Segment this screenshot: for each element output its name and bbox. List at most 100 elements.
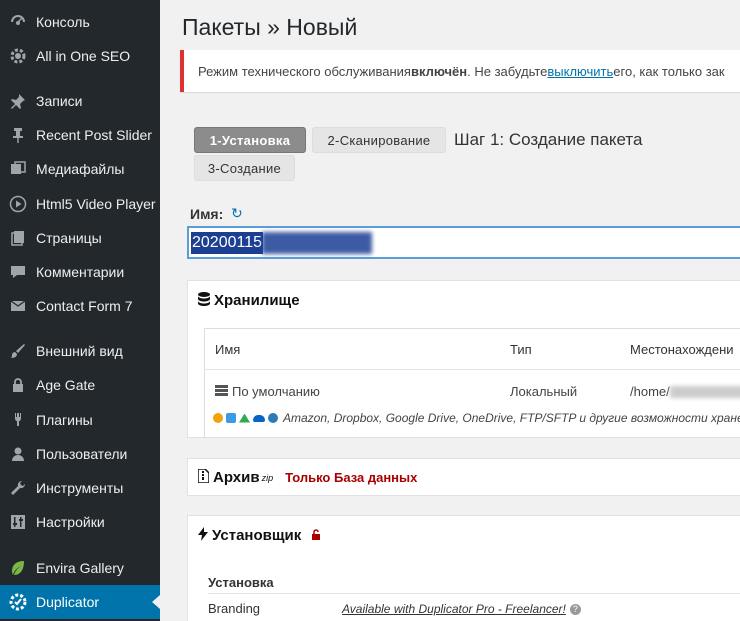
sidebar-item-tools[interactable]: Инструменты [0,471,160,505]
media-icon [0,160,36,178]
package-name-input[interactable]: 20200115 [187,226,740,259]
col-header-type: Тип [510,341,532,357]
pages-icon [0,229,36,247]
storage-panel-header[interactable]: Хранилище [198,292,300,309]
sidebar-item-envira-gallery[interactable]: Envira Gallery [0,551,160,585]
col-header-name: Имя [215,341,241,357]
sidebar-item-comments[interactable]: Комментарии [0,255,160,289]
archive-panel-header[interactable]: Архив zip Только База данных [197,468,418,486]
sidebar-item-label: Envira Gallery [36,560,124,576]
sidebar-item-label: Duplicator [36,594,100,610]
sidebar-item-users[interactable]: Пользователи [0,437,160,471]
sidebar-item-pages[interactable]: Страницы [0,221,160,255]
admin-sidebar: Консоль All in One SEO Записи Recent Pos… [0,0,160,621]
pin-icon [0,126,36,144]
server-icon [215,384,228,399]
branding-pro-link[interactable]: Available with Duplicator Pro - Freelanc… [342,602,566,616]
archive-title: Архив [213,469,260,486]
archive-filter-label: Только База данных [285,470,418,485]
settings-icon [0,513,36,531]
step-2-scan[interactable]: 2-Сканирование [312,127,446,153]
name-label: Имя: [190,206,224,222]
sidebar-item-label: Recent Post Slider [36,127,152,143]
sidebar-item-label: Contact Form 7 [36,298,133,314]
step-1-install[interactable]: 1-Установка [194,127,306,153]
sidebar-item-label: Инструменты [36,480,124,496]
sidebar-item-label: Html5 Video Player [36,196,156,212]
sidebar-item-video-player[interactable]: Html5 Video Player [0,187,160,221]
database-icon [198,292,210,309]
sidebar-item-label: Медиафайлы [36,161,125,177]
amazon-icon [213,413,223,423]
sidebar-item-settings[interactable]: Настройки [0,505,160,539]
plugin-icon [0,411,36,429]
google-drive-icon [239,413,250,423]
storage-row-name: По умолчанию [215,384,320,399]
sidebar-item-label: Консоль [36,14,90,30]
sidebar-item-console[interactable]: Консоль [0,5,160,39]
ftp-globe-icon [268,413,278,423]
play-icon [0,195,36,213]
sidebar-item-appearance[interactable]: Внешний вид [0,334,160,368]
storage-row-location-text: /home/ [630,384,670,399]
file-archive-icon [197,468,210,486]
bolt-icon [198,527,208,544]
redacted-name-suffix [262,231,372,254]
sidebar-item-recent-post-slider[interactable]: Recent Post Slider [0,118,160,152]
step-3-build[interactable]: 3-Создание [194,155,295,181]
providers-text: Amazon, Dropbox, Google Drive, OneDrive,… [283,411,740,425]
table-divider [205,369,740,370]
package-name-value: 20200115 [191,231,263,254]
disable-maintenance-link[interactable]: выключить [547,64,613,79]
main-content: Пакеты » Новый Режим технического обслуж… [160,0,740,621]
step-title: Шаг 1: Создание пакета [454,130,643,149]
lock-icon [0,376,36,394]
notice-bold: включён [410,63,468,79]
installer-panel-header[interactable]: Установщик [198,527,321,544]
redacted-path [669,385,740,398]
sidebar-item-label: Страницы [36,230,102,246]
storage-table: Имя Тип Местонахождени По умолчанию Лока… [204,328,740,438]
notice-text-mid: . Не забудьте [467,63,548,79]
sidebar-item-label: Комментарии [36,264,125,280]
storage-title: Хранилище [214,292,300,309]
user-icon [0,445,36,463]
help-icon[interactable]: ? [569,604,581,616]
storage-panel: Хранилище Имя Тип Местонахождени По умол… [187,280,740,438]
wrench-icon [0,479,36,497]
installer-title: Установщик [212,527,302,544]
sidebar-item-seo[interactable]: All in One SEO [0,39,160,73]
notice-text-before: Режим технического обслуживания [198,63,411,79]
comment-icon [0,263,36,281]
sidebar-item-label: Внешний вид [36,343,123,359]
col-header-location: Местонахождени [630,341,734,357]
sidebar-item-label: Age Gate [36,377,96,393]
installer-section-title: Установка [208,575,274,590]
sidebar-item-media[interactable]: Медиафайлы [0,152,160,186]
storage-providers: Amazon, Dropbox, Google Drive, OneDrive,… [213,411,740,425]
sidebar-item-label: Плагины [36,412,93,428]
pushpin-icon [0,92,36,110]
unlock-icon [311,528,321,543]
sidebar-item-duplicator[interactable]: Duplicator [0,585,160,619]
brush-icon [0,342,36,360]
storage-row-type: Локальный [510,384,578,399]
branding-value: Available with Duplicator Pro - Freelanc… [342,602,581,616]
storage-row-name-text: По умолчанию [232,384,320,399]
sidebar-item-age-gate[interactable]: Age Gate [0,368,160,402]
storage-row-location: /home/ [630,384,740,399]
reset-name-icon[interactable]: ↻ [231,205,243,222]
sidebar-item-label: Записи [36,93,83,109]
dashboard-icon [0,13,36,31]
notice-text-after: его, как только зак [613,63,725,79]
installer-panel: Установщик Установка Branding Available … [187,515,740,621]
installer-divider [208,593,740,594]
duplicator-icon [0,592,36,612]
sidebar-item-contact-form[interactable]: Contact Form 7 [0,289,160,323]
sidebar-item-label: Пользователи [36,446,128,462]
sidebar-item-plugins[interactable]: Плагины [0,403,160,437]
branding-label: Branding [208,601,261,616]
sidebar-item-posts[interactable]: Записи [0,84,160,118]
sidebar-item-label: Настройки [36,514,105,530]
dropbox-icon [226,413,236,423]
